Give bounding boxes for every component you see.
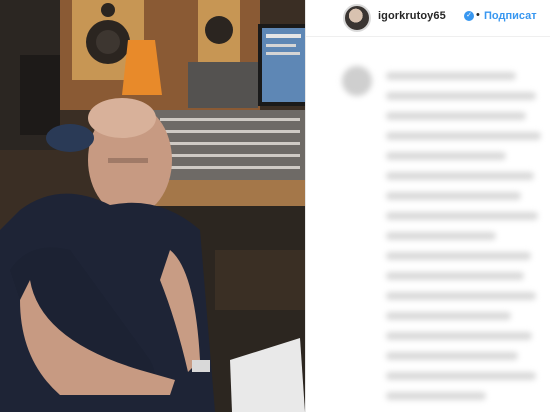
follow-button[interactable]: Подписат (484, 10, 537, 22)
avatar[interactable] (343, 4, 371, 32)
verified-check-icon: ✓ (464, 11, 474, 21)
blurred-line (386, 72, 516, 80)
blurred-line (386, 352, 518, 360)
post-video[interactable] (0, 0, 305, 412)
post-header: igorkrutoy65 ✓ • Подписат (306, 0, 550, 37)
username-link[interactable]: igorkrutoy65 (378, 10, 446, 22)
blurred-line (386, 92, 536, 100)
blurred-line (386, 392, 486, 400)
blurred-line (386, 192, 521, 200)
blurred-caption-area (306, 48, 550, 412)
blurred-line (386, 292, 536, 300)
blurred-line (386, 252, 531, 260)
blurred-line (386, 312, 511, 320)
blurred-line (386, 112, 526, 120)
separator-dot: • (476, 9, 480, 21)
blurred-line (386, 332, 532, 340)
comment-avatar (342, 66, 372, 96)
video-frame (0, 0, 305, 412)
blurred-line (386, 372, 536, 380)
post-sidebar: igorkrutoy65 ✓ • Подписат (305, 0, 550, 412)
blurred-line (386, 212, 538, 220)
blurred-line (386, 132, 541, 140)
blurred-line (386, 232, 496, 240)
blurred-line (386, 152, 506, 160)
blurred-line (386, 172, 534, 180)
blurred-line (386, 272, 524, 280)
